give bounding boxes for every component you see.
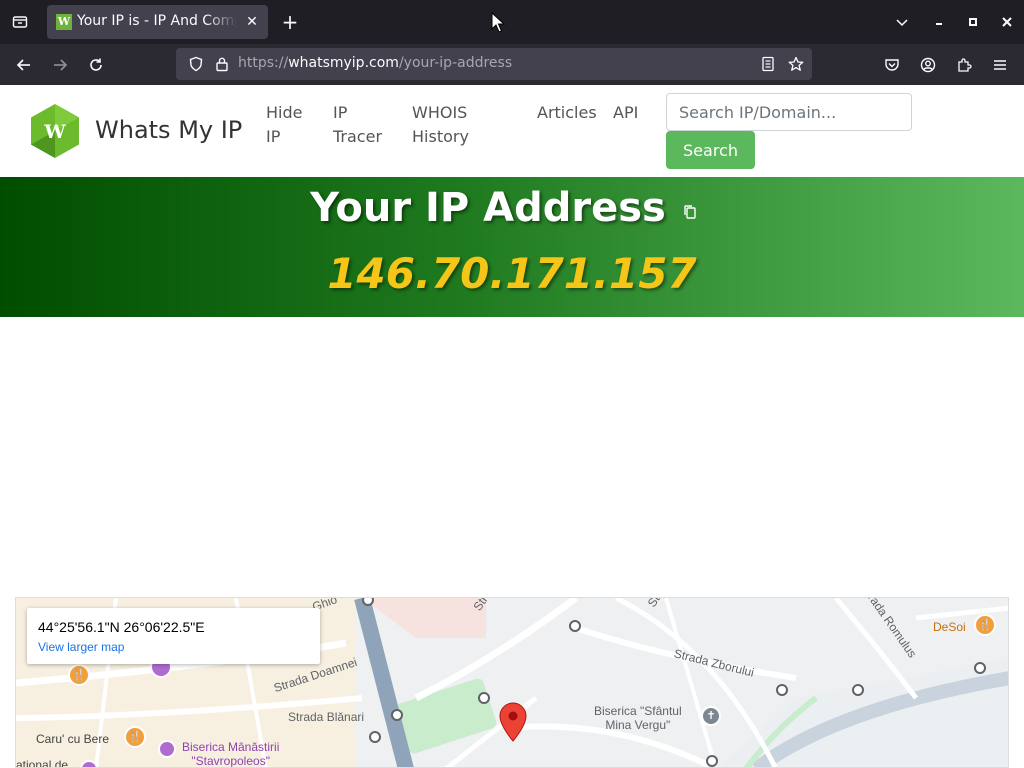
- url-path: /your-ip-address: [398, 55, 513, 71]
- map-coordinates: 44°25'56.1"N 26°06'22.5"E: [38, 619, 205, 635]
- transit-stop-icon[interactable]: [706, 755, 718, 767]
- map-poi-label-line: "Stavropoleos": [191, 754, 270, 768]
- browser-nav-bar: https://whatsmyip.com/your-ip-address: [0, 44, 1024, 85]
- new-tab-icon[interactable]: +: [276, 9, 304, 35]
- map-poi-label: ational de: [16, 758, 69, 768]
- transit-stop-icon[interactable]: [369, 731, 381, 743]
- nav-api[interactable]: API: [613, 101, 638, 125]
- reload-icon[interactable]: [82, 51, 110, 79]
- ip-address-value: 146.70.171.157: [327, 249, 697, 298]
- transit-stop-icon[interactable]: [776, 684, 788, 696]
- site-header: W Whats My IP Hide IP IP Tracer WHOIS Hi…: [0, 85, 1024, 177]
- hero-title: Your IP Address: [310, 185, 666, 231]
- url-host: whatsmyip.com: [288, 55, 399, 71]
- transit-stop-icon[interactable]: [478, 692, 490, 704]
- forward-arrow-icon[interactable]: [46, 51, 74, 79]
- tab-list-icon[interactable]: [6, 9, 34, 35]
- search-button[interactable]: Search: [666, 131, 755, 169]
- mouse-cursor-icon: [491, 11, 506, 34]
- transit-stop-icon[interactable]: [852, 684, 864, 696]
- nav-hide-ip-line2: IP: [266, 127, 281, 146]
- tab-title: Your IP is - IP And Computer Information: [77, 13, 237, 29]
- browser-tab-active[interactable]: W Your IP is - IP And Computer Informati…: [47, 5, 268, 39]
- nav-articles[interactable]: Articles: [537, 101, 597, 125]
- map-poi-label: Caru' cu Bere: [36, 732, 109, 746]
- location-map[interactable]: 🍴 🍴 🍴 ✝ Strada Doamnei Strada Blănari St…: [15, 597, 1009, 768]
- map-poi-label: DeSoi: [933, 620, 966, 634]
- nav-ip-tracer-line1: IP: [333, 103, 348, 122]
- transit-stop-icon[interactable]: [974, 662, 986, 674]
- maximize-icon[interactable]: [961, 10, 985, 34]
- restaurant-icon[interactable]: 🍴: [124, 726, 146, 748]
- transit-stop-icon[interactable]: [391, 709, 403, 721]
- location-pin-icon[interactable]: [499, 702, 527, 742]
- url-scheme: https://: [238, 55, 289, 71]
- map-poi-label: Biserica Mânăstirii "Stavropoleos": [182, 740, 280, 768]
- church-icon[interactable]: [158, 740, 176, 758]
- minimize-icon[interactable]: [927, 10, 951, 34]
- view-larger-map-link[interactable]: View larger map: [38, 640, 124, 654]
- map-info-card: 44°25'56.1"N 26°06'22.5"E View larger ma…: [27, 608, 320, 664]
- church-icon[interactable]: ✝: [701, 706, 721, 726]
- nav-hide-ip[interactable]: Hide IP: [266, 101, 302, 149]
- extensions-icon[interactable]: [950, 51, 978, 79]
- lock-icon[interactable]: [210, 52, 234, 76]
- map-poi-label-line: Mina Vergu": [605, 718, 671, 732]
- hero-banner: Your IP Address 146.70.171.157: [0, 177, 1024, 317]
- tab-close-icon[interactable]: ✕: [242, 12, 262, 32]
- map-poi-label: Biserica "Sfântul Mina Vergu": [594, 704, 682, 732]
- nav-whois-line1: WHOIS: [412, 103, 468, 122]
- back-arrow-icon[interactable]: [10, 51, 38, 79]
- nav-whois-history[interactable]: WHOIS History: [412, 101, 469, 149]
- restaurant-icon[interactable]: 🍴: [68, 664, 90, 686]
- logo-letter: W: [43, 121, 66, 143]
- nav-ip-tracer[interactable]: IP Tracer: [333, 101, 382, 149]
- site-favicon-icon: W: [56, 14, 72, 30]
- search-input[interactable]: [666, 93, 912, 131]
- copy-icon[interactable]: [682, 204, 698, 220]
- bookmark-star-icon[interactable]: [784, 52, 808, 76]
- nav-whois-line2: History: [412, 127, 469, 146]
- map-poi-label-line: Biserica "Sfântul: [594, 704, 682, 718]
- transit-stop-icon[interactable]: [569, 620, 581, 632]
- web-page: W Whats My IP Hide IP IP Tracer WHOIS Hi…: [0, 85, 1024, 768]
- tracking-shield-icon[interactable]: [184, 52, 208, 76]
- close-window-icon[interactable]: [995, 10, 1019, 34]
- account-icon[interactable]: [914, 51, 942, 79]
- nav-hide-ip-line1: Hide: [266, 103, 303, 122]
- map-street-label: Strada Blănari: [288, 710, 365, 724]
- restaurant-icon[interactable]: 🍴: [974, 614, 996, 636]
- map-poi-label-line: Biserica Mânăstirii: [182, 740, 280, 754]
- reader-view-icon[interactable]: [756, 52, 780, 76]
- site-brand[interactable]: Whats My IP: [95, 116, 242, 144]
- url-text[interactable]: https://whatsmyip.com/your-ip-address: [238, 55, 512, 71]
- pocket-icon[interactable]: [878, 51, 906, 79]
- chevron-down-icon[interactable]: [890, 10, 914, 34]
- menu-hamburger-icon[interactable]: [986, 51, 1014, 79]
- nav-ip-tracer-line2: Tracer: [333, 127, 383, 146]
- url-bar[interactable]: https://whatsmyip.com/your-ip-address: [176, 48, 812, 80]
- browser-tab-bar: W Your IP is - IP And Computer Informati…: [0, 0, 1024, 44]
- site-logo[interactable]: W: [30, 103, 80, 159]
